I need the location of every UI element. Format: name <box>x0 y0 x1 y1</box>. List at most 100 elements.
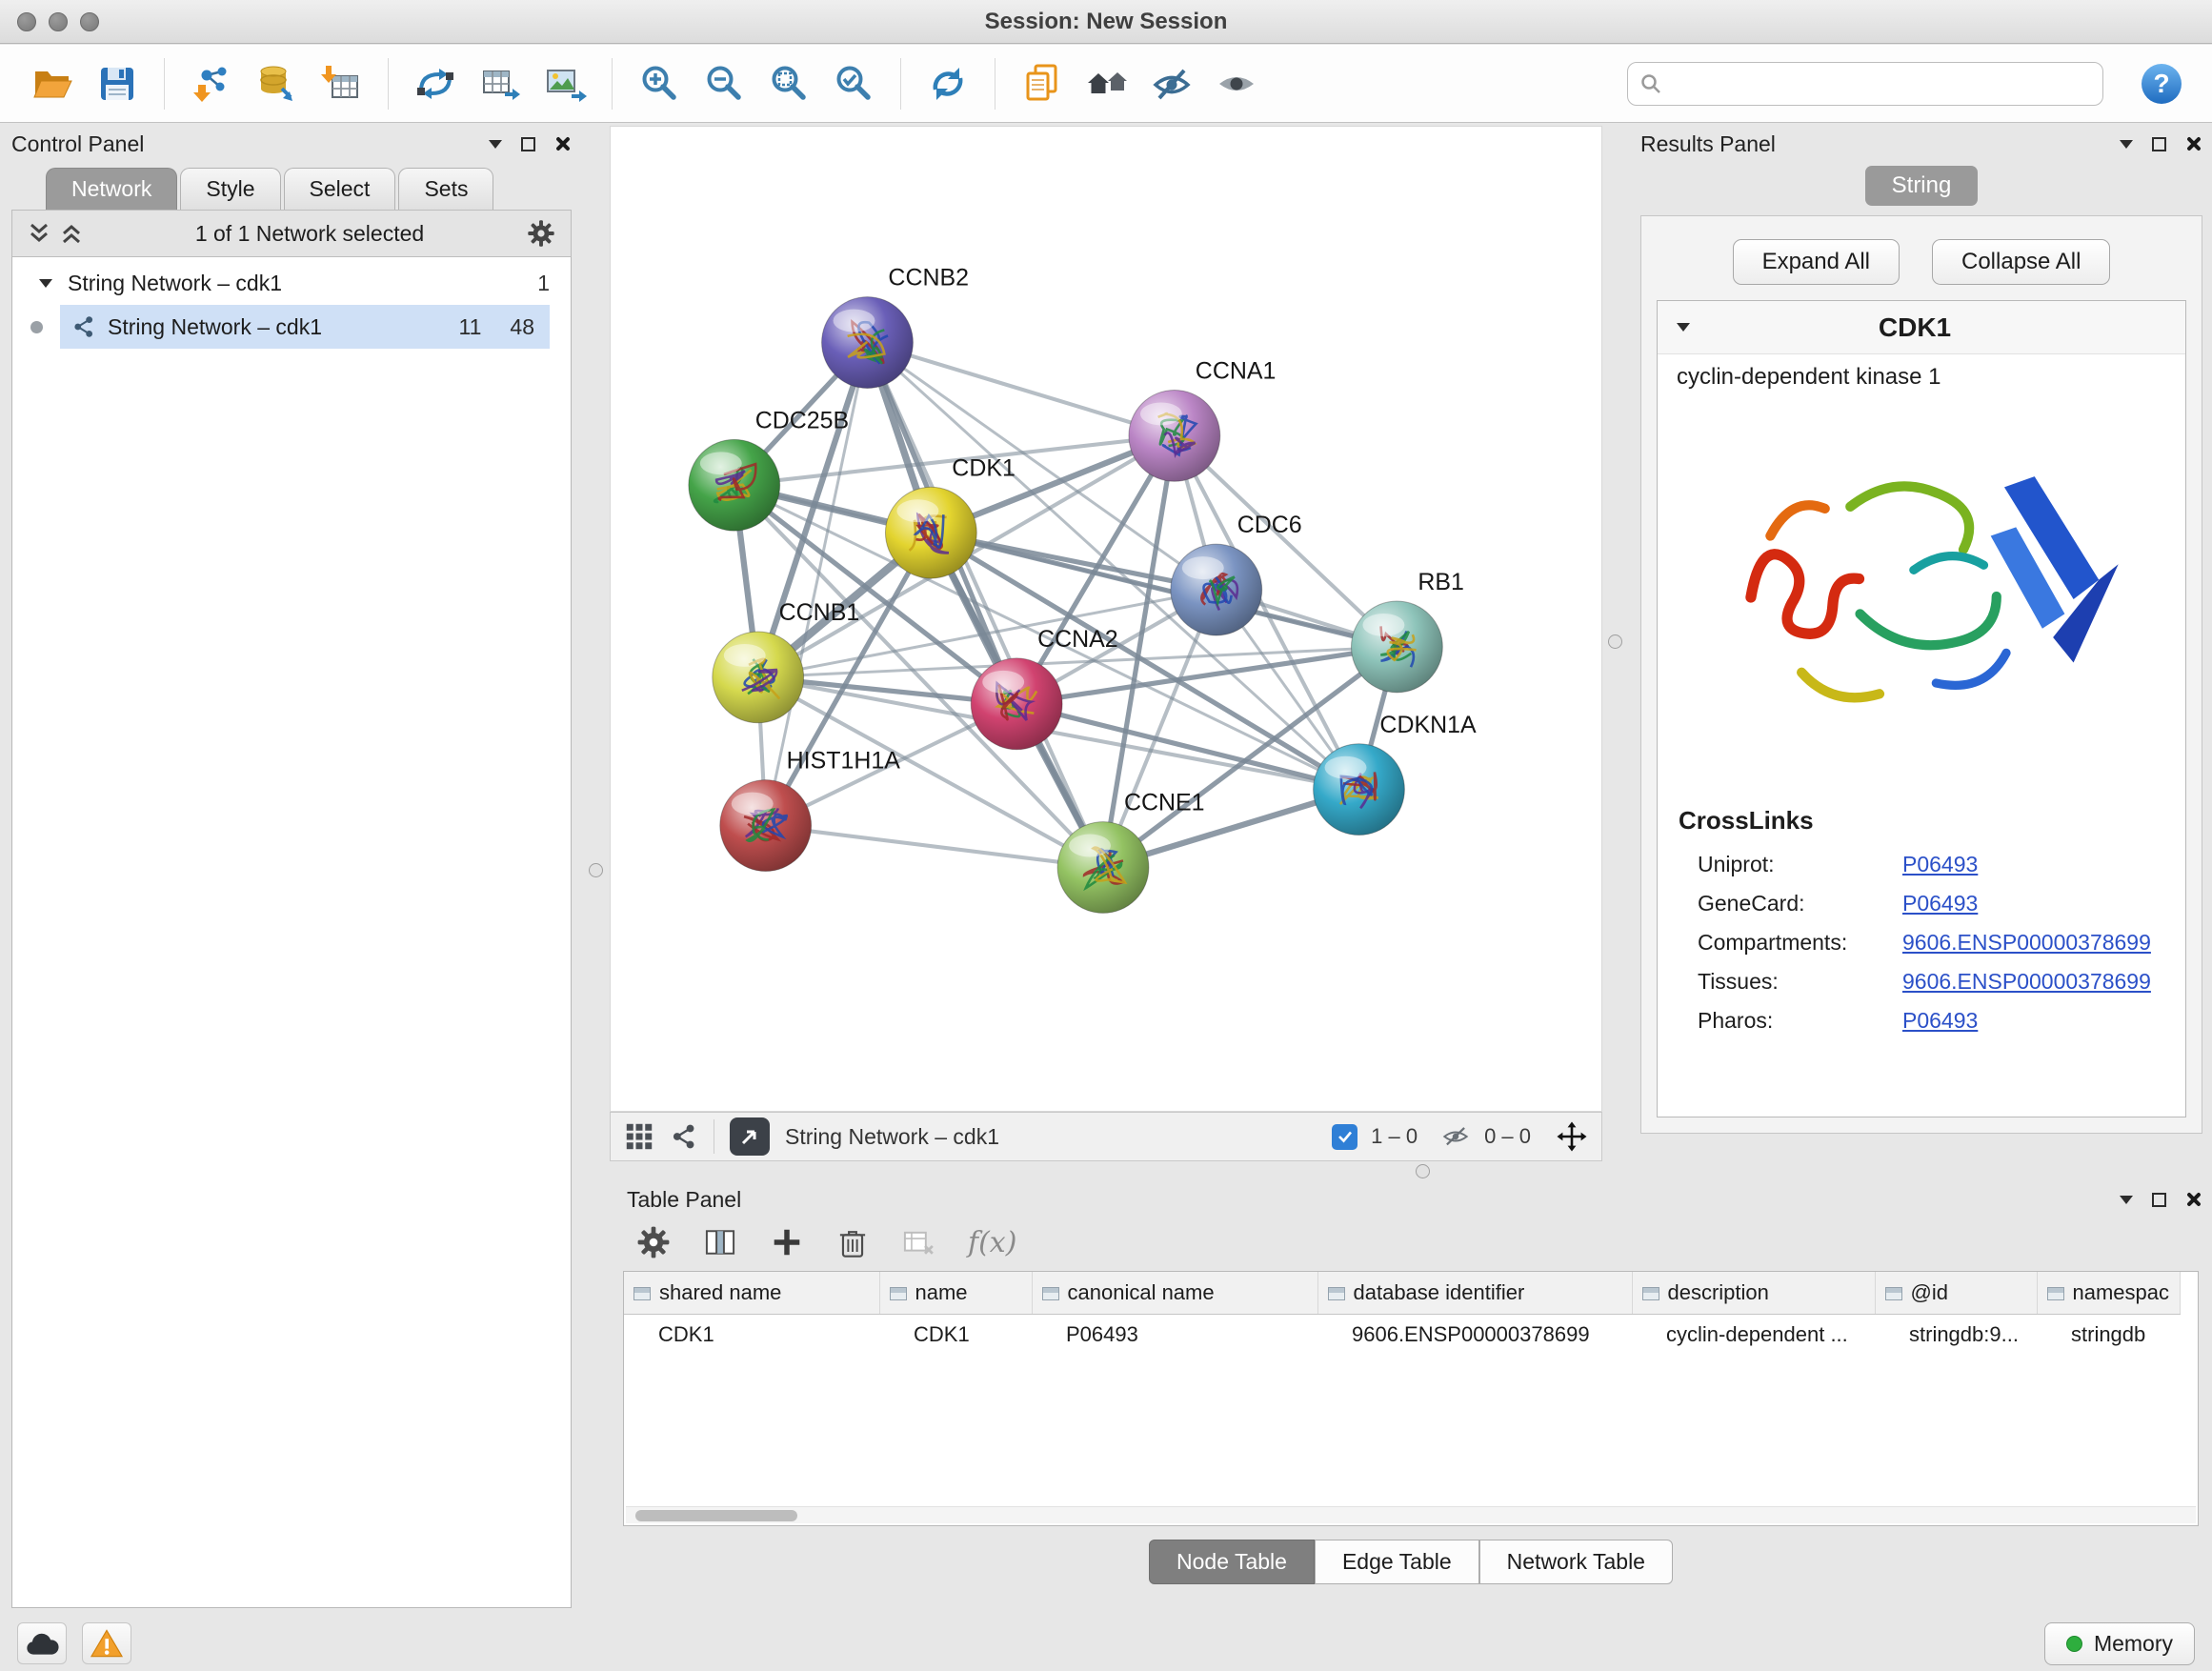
tab-node-table[interactable]: Node Table <box>1149 1540 1315 1584</box>
add-column-plus-icon[interactable] <box>770 1225 804 1259</box>
table-cell[interactable]: stringdb:9... <box>1875 1314 2037 1356</box>
minimize-window-button[interactable] <box>49 12 68 31</box>
column-header-description[interactable]: description <box>1632 1272 1875 1314</box>
close-panel-icon[interactable] <box>2185 1191 2202 1208</box>
table-hscrollbar[interactable] <box>626 1506 2196 1523</box>
network-node-CCNE1[interactable]: CCNE1 <box>1057 790 1204 914</box>
crosslink-value-tissues[interactable]: 9606.ENSP00000378699 <box>1902 969 2151 995</box>
show-hidden-button[interactable] <box>1209 55 1264 112</box>
tab-select[interactable]: Select <box>284 168 396 210</box>
open-in-window-button[interactable] <box>730 1117 770 1156</box>
zoom-fit-button[interactable] <box>761 55 816 112</box>
table-row[interactable]: CDK1CDK1P064939606.ENSP00000378699cyclin… <box>624 1314 2180 1356</box>
tab-edge-table[interactable]: Edge Table <box>1315 1540 1479 1584</box>
open-session-button[interactable] <box>25 55 80 112</box>
edge-HIST1H1A-CCNE1[interactable] <box>766 826 1103 868</box>
network-view-footer: String Network – cdk1 1 – 0 0 – 0 <box>610 1112 1602 1161</box>
bottom-splitter-handle[interactable] <box>1416 1164 1430 1178</box>
network-view-canvas[interactable]: CCNB2CCNA1CDC25BCDK1CDC6RB1CCNB1CCNA2CDK… <box>610 126 1602 1112</box>
apply-layout-button[interactable] <box>920 55 975 112</box>
import-network-database-button[interactable] <box>249 55 304 112</box>
network-node-CDK1[interactable]: CDK1 <box>885 454 1015 578</box>
tab-network[interactable]: Network <box>46 168 177 210</box>
crosslink-value-compartments[interactable]: 9606.ENSP00000378699 <box>1902 930 2151 956</box>
tab-string[interactable]: String <box>1865 166 1979 206</box>
selected-checkbox[interactable] <box>1332 1124 1357 1150</box>
crosslink-value-uniprot[interactable]: P06493 <box>1902 852 1978 877</box>
copy-document-button[interactable] <box>1015 55 1070 112</box>
table-cell[interactable]: CDK1 <box>624 1314 879 1356</box>
save-session-button[interactable] <box>90 55 145 112</box>
tab-sets[interactable]: Sets <box>398 168 493 210</box>
memory-status-dot <box>2066 1636 2082 1652</box>
column-header-shared-name[interactable]: shared name <box>624 1272 879 1314</box>
tab-network-table[interactable]: Network Table <box>1479 1540 1673 1584</box>
table-cell[interactable]: CDK1 <box>879 1314 1032 1356</box>
table-cell[interactable]: 9606.ENSP00000378699 <box>1317 1314 1632 1356</box>
close-window-button[interactable] <box>17 12 36 31</box>
zoom-out-button[interactable] <box>696 55 752 112</box>
crosslink-value-pharos[interactable]: P06493 <box>1902 1008 1978 1034</box>
network-row-selected[interactable]: String Network – cdk1 11 48 <box>12 305 571 349</box>
pan-move-icon[interactable] <box>1556 1120 1588 1153</box>
delete-column-trash-icon[interactable] <box>836 1225 869 1259</box>
panel-menu-icon[interactable] <box>489 140 502 149</box>
export-image-button[interactable] <box>537 55 593 112</box>
edge-CCNB2-CCNE1[interactable] <box>867 343 1103 868</box>
column-header-database-identifier[interactable]: database identifier <box>1317 1272 1632 1314</box>
float-panel-icon[interactable] <box>521 137 535 151</box>
collection-expand-icon[interactable] <box>39 279 52 288</box>
import-network-file-button[interactable] <box>184 55 239 112</box>
show-columns-icon[interactable] <box>703 1225 737 1259</box>
table-cell[interactable]: cyclin-dependent ... <box>1632 1314 1875 1356</box>
expand-all-icon[interactable] <box>60 221 83 246</box>
collapse-all-button[interactable]: Collapse All <box>1932 239 2110 285</box>
float-panel-icon[interactable] <box>2152 137 2166 151</box>
view-share-icon[interactable] <box>670 1122 698 1151</box>
hscrollbar-thumb[interactable] <box>635 1510 797 1521</box>
cloud-status-button[interactable] <box>17 1622 67 1664</box>
panel-menu-icon[interactable] <box>2120 140 2133 149</box>
panel-menu-icon[interactable] <box>2120 1196 2133 1204</box>
close-panel-icon[interactable] <box>2185 135 2202 152</box>
warnings-button[interactable] <box>82 1622 131 1664</box>
close-panel-icon[interactable] <box>554 135 572 152</box>
new-network-from-selection-button[interactable] <box>408 55 463 112</box>
zoom-selected-button[interactable] <box>826 55 881 112</box>
network-node-HIST1H1A[interactable]: HIST1H1A <box>720 748 900 872</box>
collapse-all-icon[interactable] <box>28 221 50 246</box>
import-table-file-button[interactable] <box>313 55 369 112</box>
string-network-graph[interactable]: CCNB2CCNA1CDC25BCDK1CDC6RB1CCNB1CCNA2CDK… <box>611 127 1601 1111</box>
edge-CCNB2-CCNA1[interactable] <box>867 343 1174 436</box>
column-header-namespac[interactable]: namespac <box>2037 1272 2180 1314</box>
node-details-header[interactable]: CDK1 <box>1658 301 2185 354</box>
function-builder-button[interactable]: f(x) <box>968 1226 1016 1259</box>
memory-button[interactable]: Memory <box>2044 1622 2195 1665</box>
column-header-canonical-name[interactable]: canonical name <box>1032 1272 1317 1314</box>
left-splitter-handle[interactable] <box>589 863 603 877</box>
crosslink-value-genecard[interactable]: P06493 <box>1902 891 1978 916</box>
table-cell[interactable]: stringdb <box>2037 1314 2180 1356</box>
column-header--id[interactable]: @id <box>1875 1272 2037 1314</box>
float-panel-icon[interactable] <box>2152 1193 2166 1207</box>
table-settings-gear-icon[interactable] <box>636 1225 671 1259</box>
network-node-CDKN1A[interactable]: CDKN1A <box>1314 712 1477 836</box>
network-node-CCNA1[interactable]: CCNA1 <box>1129 357 1276 481</box>
column-header-name[interactable]: name <box>879 1272 1032 1314</box>
gear-icon[interactable] <box>527 219 555 248</box>
right-splitter-handle[interactable] <box>1608 634 1622 649</box>
hide-selected-button[interactable] <box>1144 55 1199 112</box>
network-collection-row[interactable]: String Network – cdk1 1 <box>12 261 571 305</box>
network-node-CCNB2[interactable]: CCNB2 <box>822 265 969 389</box>
zoom-in-button[interactable] <box>632 55 687 112</box>
show-all-button[interactable] <box>1079 55 1135 112</box>
search-input[interactable] <box>1670 71 2091 96</box>
zoom-window-button[interactable] <box>80 12 99 31</box>
expand-all-button[interactable]: Expand All <box>1733 239 1900 285</box>
new-table-button[interactable] <box>473 55 528 112</box>
table-cell[interactable]: P06493 <box>1032 1314 1317 1356</box>
help-button[interactable]: ? <box>2134 55 2189 112</box>
network-node-RB1[interactable]: RB1 <box>1352 569 1464 693</box>
tab-style[interactable]: Style <box>180 168 280 210</box>
grid-view-icon[interactable] <box>624 1121 654 1152</box>
